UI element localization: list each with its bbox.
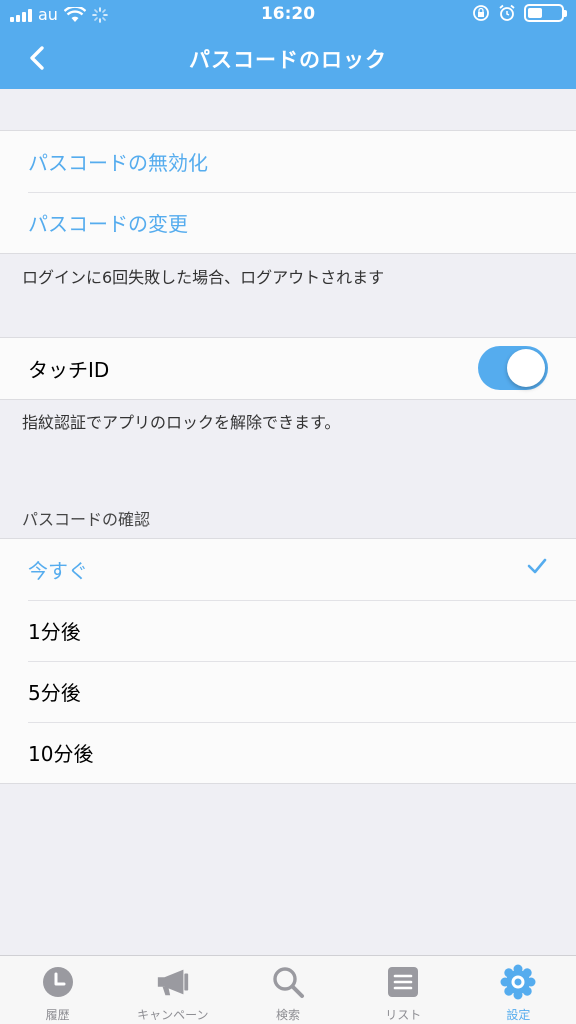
tab-settings[interactable]: 設定: [461, 956, 576, 1024]
battery-icon: [524, 4, 567, 22]
change-passcode-row[interactable]: パスコードの変更: [0, 192, 576, 253]
option-10min-row[interactable]: 10分後: [0, 722, 576, 783]
change-passcode-label: パスコードの変更: [28, 212, 188, 236]
confirm-options-group: 今すぐ 1分後 5分後 10分後: [0, 538, 576, 784]
tab-list-label: リスト: [385, 1008, 422, 1022]
tab-history[interactable]: 履歴: [0, 956, 115, 1024]
option-5min-label: 5分後: [28, 681, 81, 705]
gear-icon: [500, 964, 536, 1000]
tab-campaign-label: キャンペーン: [137, 1008, 209, 1022]
tab-search-label: 検索: [276, 1008, 301, 1022]
touch-id-note: 指紋認証でアプリのロックを解除できます。: [22, 413, 341, 432]
nav-bar: パスコードのロック: [0, 30, 576, 89]
search-icon: [270, 964, 306, 1000]
option-10min-label: 10分後: [28, 742, 94, 766]
alarm-icon: [499, 4, 515, 21]
status-right: [472, 4, 567, 22]
option-now-row[interactable]: 今すぐ: [0, 539, 576, 600]
tab-search[interactable]: 検索: [230, 956, 345, 1024]
status-bar: au 16:20: [0, 0, 576, 30]
tab-history-label: 履歴: [45, 1008, 70, 1022]
touch-id-toggle[interactable]: [478, 346, 548, 390]
touch-id-group: タッチID: [0, 337, 576, 400]
disable-passcode-label: パスコードの無効化: [28, 151, 208, 175]
megaphone-icon: [155, 964, 191, 1000]
option-1min-label: 1分後: [28, 620, 81, 644]
option-5min-row[interactable]: 5分後: [0, 661, 576, 722]
logout-note: ログインに6回失敗した場合、ログアウトされます: [22, 268, 385, 287]
option-now-label: 今すぐ: [28, 559, 88, 583]
confirm-section-header: パスコードの確認: [22, 510, 151, 529]
touch-id-label: タッチID: [28, 358, 110, 382]
tab-settings-label: 設定: [506, 1008, 531, 1022]
clock-icon: [40, 964, 76, 1000]
touch-id-row: タッチID: [0, 338, 576, 399]
option-1min-row[interactable]: 1分後: [0, 600, 576, 661]
list-icon: [385, 964, 421, 1000]
rotation-lock-icon: [473, 5, 489, 21]
tab-list[interactable]: リスト: [346, 956, 461, 1024]
page-title: パスコードのロック: [189, 48, 387, 72]
disable-passcode-row[interactable]: パスコードの無効化: [0, 131, 576, 192]
tab-campaign[interactable]: キャンペーン: [115, 956, 230, 1024]
passcode-actions-group: パスコードの無効化 パスコードの変更: [0, 130, 576, 254]
toggle-knob: [507, 349, 545, 387]
header: au 16:20 パスコードのロック: [0, 0, 576, 89]
checkmark-icon: [527, 558, 547, 574]
tab-bar: 履歴 キャンペーン 検索 リスト 設定: [0, 955, 576, 1024]
